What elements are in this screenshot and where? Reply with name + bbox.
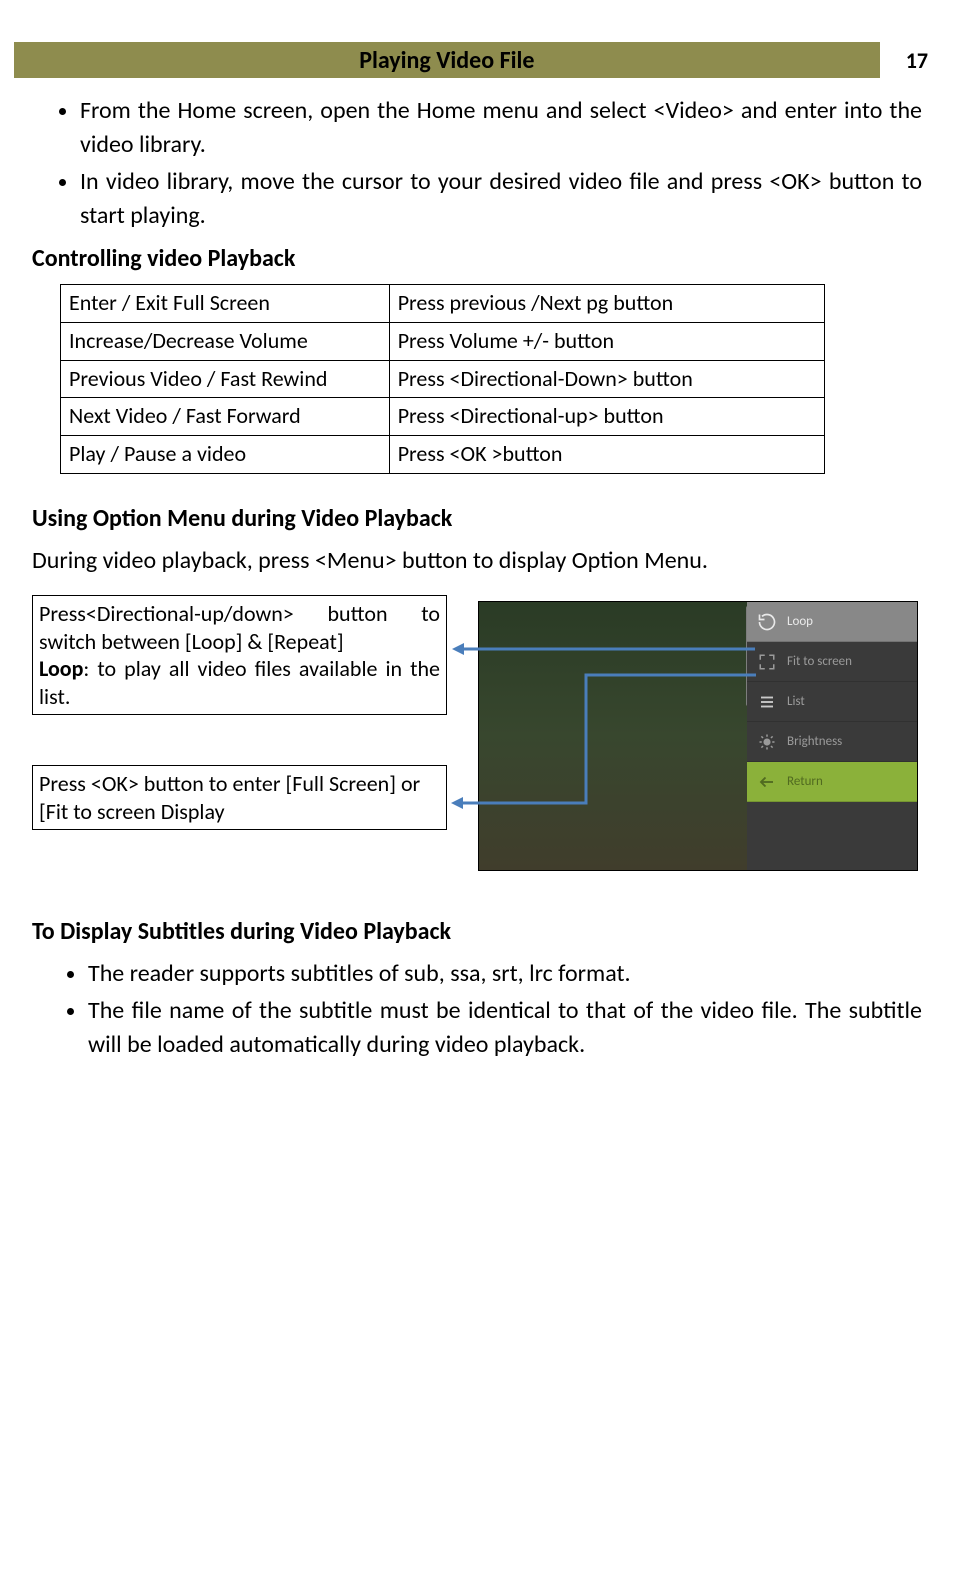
title-bar: Playing Video File	[14, 42, 880, 78]
menu-label: Brightness	[787, 733, 842, 751]
option-menu-panel: Loop Fit to screen List	[747, 602, 917, 870]
table-cell: Press previous /Next pg button	[389, 284, 825, 322]
list-icon	[757, 692, 777, 712]
diagram: Press<Directional-up/down> button to swi…	[32, 595, 922, 885]
list-item: The reader supports subtitles of sub, ss…	[88, 957, 922, 991]
table-cell: Press <Directional-Down> button	[389, 360, 825, 398]
menu-item-fit[interactable]: Fit to screen	[747, 642, 917, 682]
intro-list: From the Home screen, open the Home menu…	[32, 94, 922, 232]
page-title: Playing Video File	[359, 46, 534, 75]
table-cell: Enter / Exit Full Screen	[61, 284, 390, 322]
menu-label: Fit to screen	[787, 653, 852, 671]
fit-icon	[757, 652, 777, 672]
brightness-icon	[757, 732, 777, 752]
table-cell: Increase/Decrease Volume	[61, 322, 390, 360]
callout-fit: Press <OK> button to enter [Full Screen]…	[32, 765, 447, 830]
table-cell: Press Volume +/- button	[389, 322, 825, 360]
loop-icon	[757, 612, 777, 632]
video-area	[479, 602, 747, 870]
table-cell: Previous Video / Fast Rewind	[61, 360, 390, 398]
subtitles-list: The reader supports subtitles of sub, ss…	[32, 957, 922, 1062]
menu-label: Return	[787, 773, 823, 791]
section-heading-option-menu: Using Option Menu during Video Playback	[32, 502, 922, 536]
section-heading-subtitles: To Display Subtitles during Video Playba…	[32, 915, 922, 949]
table-cell: Press <OK >button	[389, 436, 825, 474]
table-row: Increase/Decrease VolumePress Volume +/-…	[61, 322, 825, 360]
table-cell: Next Video / Fast Forward	[61, 398, 390, 436]
controls-table: Enter / Exit Full ScreenPress previous /…	[60, 284, 825, 474]
callout-loop-rest: : to play all video files available in t…	[39, 655, 440, 710]
list-item: In video library, move the cursor to you…	[80, 165, 922, 232]
menu-item-loop[interactable]: Loop	[747, 602, 917, 642]
menu-label: List	[787, 693, 805, 711]
menu-label: Loop	[787, 613, 813, 631]
table-row: Play / Pause a videoPress <OK >button	[61, 436, 825, 474]
option-menu-paragraph: During video playback, press <Menu> butt…	[32, 544, 922, 578]
table-row: Enter / Exit Full ScreenPress previous /…	[61, 284, 825, 322]
menu-item-list[interactable]: List	[747, 682, 917, 722]
table-row: Next Video / Fast ForwardPress <Directio…	[61, 398, 825, 436]
page-number: 17	[906, 47, 928, 74]
page: Playing Video File 17 From the Home scre…	[0, 42, 954, 1062]
menu-item-brightness[interactable]: Brightness	[747, 722, 917, 762]
body: From the Home screen, open the Home menu…	[0, 78, 954, 1062]
header-row: Playing Video File 17	[0, 42, 954, 78]
list-item: The file name of the subtitle must be id…	[88, 994, 922, 1061]
video-player-screenshot: Loop Fit to screen List	[478, 601, 918, 871]
table-cell: Press <Directional-up> button	[389, 398, 825, 436]
section-heading-controlling: Controlling video Playback	[32, 242, 922, 276]
callout-text: Press<Directional-up/down> button to swi…	[39, 600, 440, 655]
callout-text: Press <OK> button to enter [Full Screen]…	[39, 770, 420, 825]
table-cell: Play / Pause a video	[61, 436, 390, 474]
table-row: Previous Video / Fast RewindPress <Direc…	[61, 360, 825, 398]
menu-item-return[interactable]: Return	[747, 762, 917, 802]
return-icon	[757, 772, 777, 792]
list-item: From the Home screen, open the Home menu…	[80, 94, 922, 161]
callout-loop: Press<Directional-up/down> button to swi…	[32, 595, 447, 715]
callout-loop-label: Loop	[39, 655, 83, 682]
